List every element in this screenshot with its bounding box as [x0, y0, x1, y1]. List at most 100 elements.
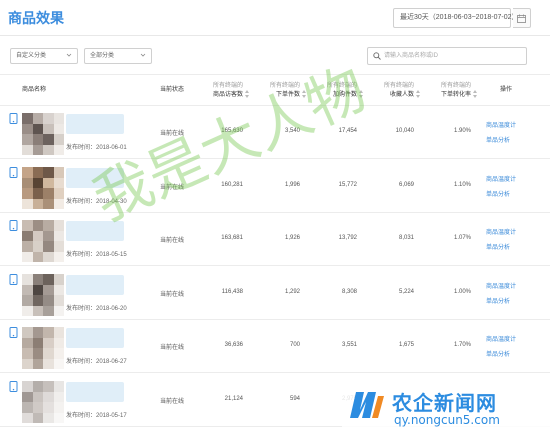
- table-row: 发布时间：2018-06-27 当前在线 36,636 700 3,551 1,675 1.…: [0, 320, 550, 373]
- favorites-value: 6,069: [398, 182, 414, 188]
- col-header-orders[interactable]: 所有终端的 下单件数: [260, 82, 306, 100]
- col-header-favorites[interactable]: 所有终端的 收藏人数: [374, 82, 420, 100]
- search-icon[interactable]: [373, 52, 381, 60]
- cart-value: 3,551: [341, 342, 357, 348]
- product-name-blurred[interactable]: [66, 275, 124, 295]
- product-name-blurred[interactable]: [66, 114, 124, 134]
- orders-value: 1,926: [284, 235, 300, 241]
- temperature-link[interactable]: 商品温度计: [486, 281, 516, 290]
- mobile-icon: [9, 327, 18, 338]
- visitors-value: 160,281: [221, 182, 243, 188]
- product-status: 当前在线: [160, 131, 185, 137]
- col-header-label: 下单件数: [275, 92, 300, 98]
- item-analysis-link[interactable]: 单品分析: [486, 242, 510, 251]
- cart-value: 13,792: [338, 235, 357, 241]
- col-header-label: 收藏人数: [389, 92, 414, 98]
- sort-icon[interactable]: [473, 90, 477, 98]
- table-header: 商品名称 当前状态 所有终端的 商品访客数 所有终端的 下单件数 所有终端的 加…: [0, 74, 550, 106]
- visitors-value: 163,681: [221, 235, 243, 241]
- product-name-blurred[interactable]: [66, 328, 124, 348]
- product-thumbnail[interactable]: [22, 113, 64, 155]
- item-analysis-link[interactable]: 单品分析: [486, 135, 510, 144]
- mobile-icon: [9, 220, 18, 231]
- temperature-link[interactable]: 商品温度计: [486, 120, 516, 129]
- visitors-value: 116,438: [221, 289, 243, 295]
- product-name-blurred[interactable]: [66, 168, 124, 188]
- mobile-icon: [9, 167, 18, 178]
- table-row: 发布时间：2018-05-15 当前在线 163,681 1,926 13,792 8,0…: [0, 213, 550, 266]
- favorites-value: 5,224: [398, 289, 414, 295]
- table-row: 发布时间：2018-04-30 当前在线 160,281 1,996 15,772 6,0…: [0, 160, 550, 213]
- publish-time: 发布时间：2018-06-20: [66, 306, 127, 312]
- calendar-icon: [517, 14, 526, 23]
- col-header-label: 商品名称: [22, 87, 47, 93]
- temperature-link[interactable]: 商品温度计: [486, 334, 516, 343]
- col-header-label: 操作: [500, 87, 513, 93]
- site-logo-icon: [350, 392, 384, 418]
- orders-value: 1,996: [284, 182, 300, 188]
- mobile-icon: [9, 381, 18, 392]
- publish-time: 发布时间：2018-05-17: [66, 413, 127, 419]
- page-header: 商品效果 最近30天（2018-06-03~2018-07-02）: [0, 0, 550, 36]
- visitors-value: 165,630: [221, 128, 243, 134]
- filter-bar: 自定义分类 全部分类: [0, 36, 550, 74]
- site-url: qy.nongcun5.com: [394, 413, 500, 427]
- sort-icon[interactable]: [245, 90, 249, 98]
- chevron-down-icon: [140, 53, 146, 57]
- sort-icon[interactable]: [416, 90, 420, 98]
- favorites-value: 8,031: [398, 235, 414, 241]
- visitors-value: 36,636: [224, 342, 243, 348]
- temperature-link[interactable]: 商品温度计: [486, 227, 516, 236]
- table-row: 发布时间：2018-06-20 当前在线 116,438 1,292 8,308 5,22…: [0, 267, 550, 320]
- favorites-value: 1,675: [398, 342, 414, 348]
- product-thumbnail[interactable]: [22, 167, 64, 209]
- conversion-value: 1.10%: [453, 182, 471, 188]
- product-thumbnail[interactable]: [22, 327, 64, 369]
- custom-group-select[interactable]: 自定义分类: [10, 48, 78, 64]
- conversion-value: 1.70%: [453, 342, 471, 348]
- orders-value: 594: [289, 396, 300, 402]
- publish-time: 发布时间：2018-06-01: [66, 145, 127, 151]
- product-thumbnail[interactable]: [22, 220, 64, 262]
- col-header-actions: 操作: [500, 86, 512, 95]
- product-search: [367, 47, 527, 65]
- publish-time: 发布时间：2018-04-30: [66, 199, 127, 205]
- visitors-value: 21,124: [224, 396, 243, 402]
- sort-icon[interactable]: [359, 90, 363, 98]
- temperature-link[interactable]: 商品温度计: [486, 174, 516, 183]
- item-analysis-link[interactable]: 单品分析: [486, 189, 510, 198]
- col-header-conversion[interactable]: 所有终端的 下单转化率: [431, 82, 477, 100]
- col-header-status: 当前状态: [160, 86, 184, 95]
- site-name: 农企新闻网: [392, 391, 497, 415]
- col-header-sub: 所有终端的: [326, 83, 357, 89]
- calendar-button[interactable]: [513, 8, 531, 28]
- product-name-blurred[interactable]: [66, 382, 124, 402]
- category-select[interactable]: 全部分类: [84, 48, 152, 64]
- product-thumbnail[interactable]: [22, 274, 64, 316]
- mobile-icon: [9, 274, 18, 285]
- mobile-icon: [9, 113, 18, 124]
- conversion-value: 1.07%: [453, 235, 471, 241]
- publish-time: 发布时间：2018-05-15: [66, 252, 127, 258]
- orders-value: 1,292: [284, 289, 300, 295]
- date-range-picker[interactable]: 最近30天（2018-06-03~2018-07-02）: [393, 8, 519, 28]
- product-thumbnail[interactable]: [22, 381, 64, 423]
- product-status: 当前在线: [160, 185, 185, 191]
- item-analysis-link[interactable]: 单品分析: [486, 349, 510, 358]
- col-header-cart[interactable]: 所有终端的 加购件数: [317, 82, 363, 100]
- col-header-label: 商品访客数: [212, 92, 243, 98]
- product-name-blurred[interactable]: [66, 221, 124, 241]
- col-header-name: 商品名称: [22, 86, 46, 95]
- sort-icon[interactable]: [302, 90, 306, 98]
- col-header-visitors[interactable]: 所有终端的 商品访客数: [203, 82, 249, 100]
- item-analysis-link[interactable]: 单品分析: [486, 296, 510, 305]
- publish-time: 发布时间：2018-06-27: [66, 359, 127, 365]
- col-header-sub: 所有终端的: [269, 83, 300, 89]
- category-select-value: 全部分类: [90, 53, 115, 59]
- search-input[interactable]: [384, 50, 524, 62]
- product-status: 当前在线: [160, 238, 185, 244]
- col-header-label: 加购件数: [332, 92, 357, 98]
- col-header-label: 下单转化率: [440, 92, 471, 98]
- page-title: 商品效果: [8, 10, 64, 26]
- conversion-value: 1.00%: [453, 289, 471, 295]
